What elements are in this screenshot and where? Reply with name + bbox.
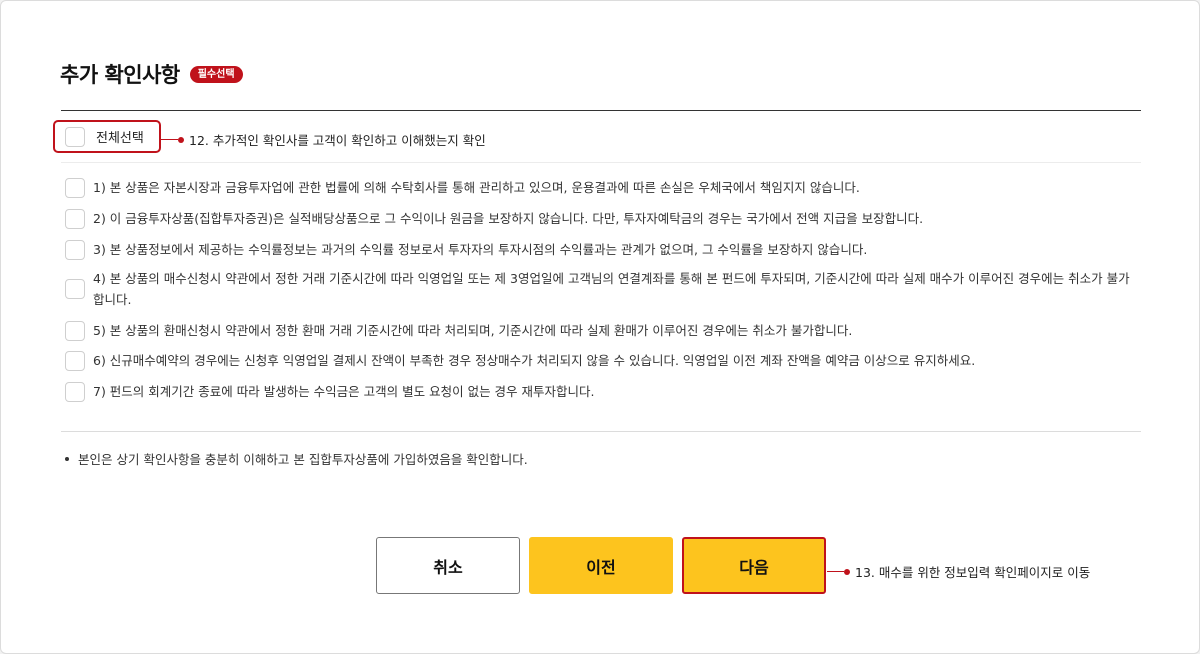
agreement-text: 7) 펀드의 회계기간 종료에 따라 발생하는 수익금은 고객의 별도 요청이 …: [93, 384, 595, 399]
next-annotation: 13. 매수를 위한 정보입력 확인페이지로 이동: [827, 562, 1090, 581]
agreement-text: 5) 본 상품의 환매신청시 약관에서 정한 환매 거래 기준시간에 따라 처리…: [93, 323, 853, 338]
agreement-item-6[interactable]: 6) 신규매수예약의 경우에는 신청후 익영업일 결제시 잔액이 부족한 경우 …: [65, 350, 975, 371]
cancel-button[interactable]: 취소: [376, 537, 520, 594]
agreement-checkbox[interactable]: [65, 208, 85, 229]
agreement-text: 4) 본 상품의 매수신청시 약관에서 정한 거래 기준시간에 따라 익영업일 …: [93, 271, 1130, 307]
select-all-checkbox[interactable]: 전체선택: [53, 120, 161, 153]
agreement-item-2[interactable]: 2) 이 금융투자상품(집합투자증권)은 실적배당상품으로 그 수익이나 원금을…: [65, 208, 923, 229]
agreement-item-4[interactable]: 4) 본 상품의 매수신청시 약관에서 정한 거래 기준시간에 따라 익영업일 …: [65, 268, 1133, 310]
agreement-text: 1) 본 상품은 자본시장과 금융투자업에 관한 법률에 의해 수탁회사를 통해…: [93, 180, 860, 195]
annotation-text: 12. 추가적인 확인사를 고객이 확인하고 이해했는지 확인: [189, 133, 486, 148]
agreement-text: 6) 신규매수예약의 경우에는 신청후 익영업일 결제시 잔액이 부족한 경우 …: [93, 353, 976, 368]
confirmation-text: 본인은 상기 확인사항을 충분히 이해하고 본 집합투자상품에 가입하였음을 확…: [78, 452, 528, 467]
annotation-dot: [178, 136, 184, 143]
select-all-annotation: 12. 추가적인 확인사를 고객이 확인하고 이해했는지 확인: [161, 130, 486, 149]
section-title: 추가 확인사항: [60, 63, 180, 87]
agreement-checkbox[interactable]: [65, 320, 85, 341]
agreement-checkbox[interactable]: [65, 381, 85, 402]
footer-divider: [61, 431, 1141, 432]
agreement-item-5[interactable]: 5) 본 상품의 환매신청시 약관에서 정한 환매 거래 기준시간에 따라 처리…: [65, 320, 852, 341]
agreement-text: 3) 본 상품정보에서 제공하는 수익률정보는 과거의 수익률 정보로서 투자자…: [93, 242, 868, 257]
agreement-text: 2) 이 금융투자상품(집합투자증권)은 실적배당상품으로 그 수익이나 원금을…: [93, 211, 924, 226]
agreement-checkbox[interactable]: [65, 239, 85, 260]
required-badge: 필수선택: [189, 65, 243, 83]
annotation-line: [827, 571, 844, 572]
agreement-checkbox[interactable]: [65, 350, 85, 371]
agreement-item-1[interactable]: 1) 본 상품은 자본시장과 금융투자업에 관한 법률에 의해 수탁회사를 통해…: [65, 177, 860, 198]
confirmation-statement: 본인은 상기 확인사항을 충분히 이해하고 본 집합투자상품에 가입하였음을 확…: [65, 449, 528, 468]
section-header: 추가 확인사항 필수선택: [60, 59, 243, 89]
agreement-item-3[interactable]: 3) 본 상품정보에서 제공하는 수익률정보는 과거의 수익률 정보로서 투자자…: [65, 239, 867, 260]
next-button[interactable]: 다음: [682, 537, 826, 594]
agreement-checkbox[interactable]: [65, 177, 85, 198]
annotation-line: [161, 139, 178, 140]
list-divider: [61, 162, 1141, 163]
select-all-checkbox-box[interactable]: [65, 126, 85, 147]
bullet-icon: [65, 456, 69, 461]
confirmation-panel: 추가 확인사항 필수선택 전체선택 12. 추가적인 확인사를 고객이 확인하고…: [0, 0, 1200, 654]
agreement-checkbox[interactable]: [65, 279, 85, 299]
header-divider: [61, 110, 1141, 111]
agreement-item-7[interactable]: 7) 펀드의 회계기간 종료에 따라 발생하는 수익금은 고객의 별도 요청이 …: [65, 381, 595, 402]
annotation-dot: [844, 568, 850, 575]
annotation-text: 13. 매수를 위한 정보입력 확인페이지로 이동: [855, 565, 1091, 580]
prev-button[interactable]: 이전: [529, 537, 673, 594]
select-all-label: 전체선택: [96, 131, 144, 146]
